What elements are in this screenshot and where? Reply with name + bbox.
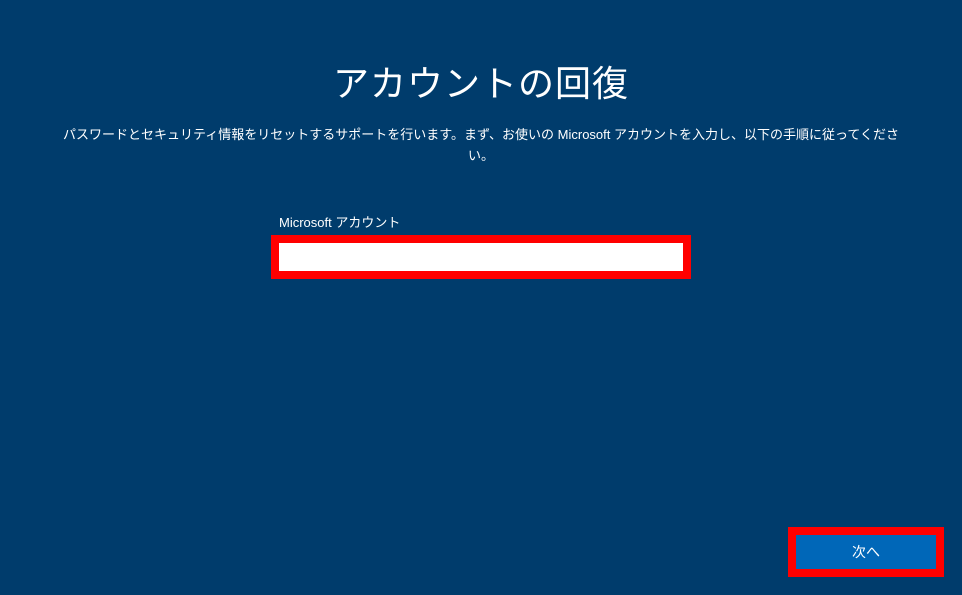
account-field-label: Microsoft アカウント [279,212,400,231]
page-subtitle: パスワードとセキュリティ情報をリセットするサポートを行います。まず、お使いの M… [60,125,902,167]
account-recovery-container: アカウントの回復 パスワードとセキュリティ情報をリセットするサポートを行います。… [0,0,962,595]
button-highlight-box: 次へ [788,527,944,577]
microsoft-account-input[interactable] [279,243,683,271]
next-button[interactable]: 次へ [796,535,936,569]
input-highlight-box [271,235,691,279]
form-section: Microsoft アカウント [271,212,691,279]
page-title: アカウントの回復 [333,55,629,107]
